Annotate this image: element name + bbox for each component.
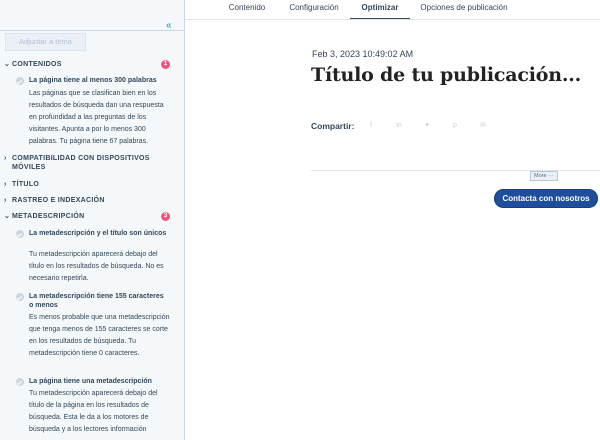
publish-date: Feb 3, 2023 10:49:02 AM	[312, 49, 414, 59]
section-contenidos[interactable]: ⌄ CONTENIDOS	[4, 60, 62, 69]
linkedin-icon[interactable]: in	[394, 121, 404, 131]
check-description: Tu metadescripción aparecerá debajo del …	[29, 390, 158, 433]
chevron-right-icon: ›	[4, 197, 7, 204]
editor-tabs: Contenido Configuración Optimizar Opcion…	[0, 0, 600, 20]
tab-opciones-publicacion[interactable]: Opciones de publicación	[418, 0, 510, 20]
chevron-right-icon: ›	[4, 181, 7, 188]
post-title[interactable]: Título de tu publicación...	[311, 64, 581, 86]
contact-us-button[interactable]: Contacta con nosotros	[494, 189, 598, 208]
add-to-theme-button[interactable]: Adjuntar a tema	[5, 33, 86, 51]
section-compatibilidad-moviles[interactable]: › COMPATIBILIDAD CON DISPOSITIVOS MÓVILES	[4, 154, 174, 172]
section-rastreo-indexacion[interactable]: › RASTREO E INDEXACIÓN	[4, 196, 105, 205]
check-title: La metadescripción y el título son único…	[29, 230, 167, 237]
sidebar-divider	[0, 30, 184, 31]
tabs-divider	[186, 19, 600, 20]
share-label: Compartir:	[311, 121, 355, 131]
check-description: Es menos probable que una metadescripció…	[29, 314, 170, 357]
check-circle-icon	[16, 378, 24, 386]
more-tag[interactable]: More ···	[530, 171, 558, 181]
status-badge: 3	[161, 212, 170, 221]
check-title: La página tiene al menos 300 palabras	[29, 77, 157, 84]
facebook-icon[interactable]: f	[366, 121, 376, 131]
chevron-down-icon: ⌄	[4, 213, 11, 220]
tab-contenido[interactable]: Contenido	[222, 0, 272, 20]
status-badge: 1	[161, 60, 170, 69]
check-description: Tu metadescripción aparecerá debajo del …	[29, 251, 164, 282]
check-description: Las páginas que se clasifican bien en lo…	[29, 90, 164, 145]
chevron-right-icon: ›	[4, 155, 7, 162]
twitter-icon[interactable]: ✦	[422, 121, 432, 131]
tab-optimizar[interactable]: Optimizar	[350, 0, 410, 20]
section-titulo[interactable]: › TÍTULO	[4, 180, 39, 189]
tab-configuracion[interactable]: Configuración	[284, 0, 344, 20]
check-title: La metadescripción tiene 155 caracteres …	[29, 293, 164, 309]
check-circle-icon	[16, 77, 24, 85]
section-metadescripcion[interactable]: ⌄ METADESCRIPCIÓN	[4, 212, 84, 221]
check-circle-icon	[16, 293, 24, 301]
optimization-sidebar: « Adjuntar a tema ⌄ CONTENIDOS 1 La págin…	[0, 0, 185, 440]
email-icon[interactable]: ✉	[478, 121, 488, 131]
check-title: La página tiene una metadescripción	[29, 378, 152, 385]
pinterest-icon[interactable]: p	[450, 121, 460, 131]
check-circle-icon	[16, 230, 24, 238]
chevron-down-icon: ⌄	[4, 61, 11, 68]
